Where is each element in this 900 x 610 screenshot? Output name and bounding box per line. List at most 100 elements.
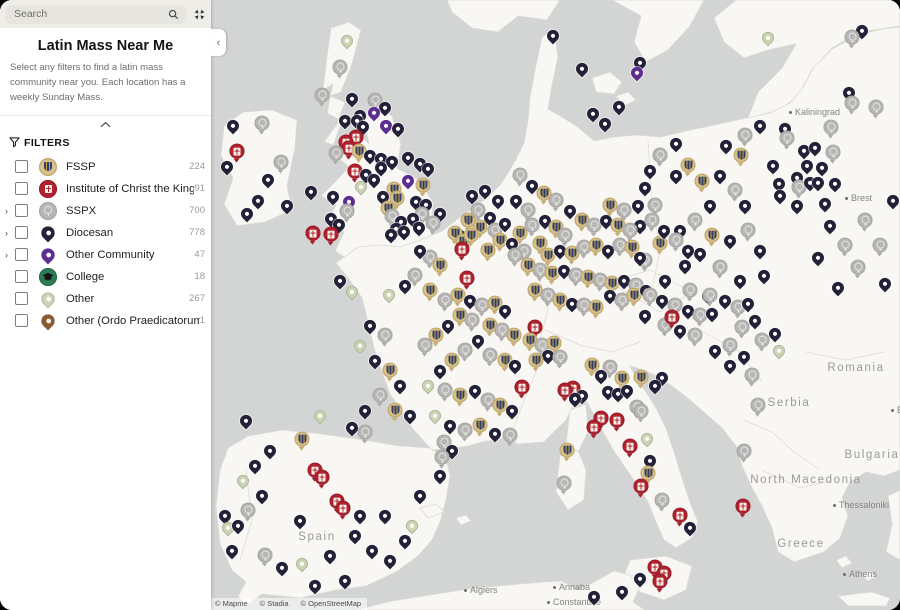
map-marker-institute-of-christ-the-king-badge[interactable] bbox=[610, 413, 625, 433]
map-marker-sspx-badge[interactable] bbox=[274, 155, 289, 175]
map-marker-sspx-badge[interactable] bbox=[465, 313, 480, 333]
map-marker-sspx-badge[interactable] bbox=[255, 116, 270, 136]
map-marker-other-pin[interactable] bbox=[422, 379, 434, 397]
map-marker-diocesan-pin[interactable] bbox=[749, 314, 761, 332]
map-marker-institute-of-christ-the-king-badge[interactable] bbox=[736, 499, 751, 519]
map-marker-sspx-badge[interactable] bbox=[755, 333, 770, 353]
map-marker-sspx-badge[interactable] bbox=[426, 216, 441, 236]
map-marker-sspx-badge[interactable] bbox=[557, 476, 572, 496]
map-marker-diocesan-pin[interactable] bbox=[639, 309, 651, 327]
map-marker-fssp-badge[interactable] bbox=[705, 228, 720, 248]
map-marker-institute-of-christ-the-king-badge[interactable] bbox=[315, 470, 330, 490]
map-marker-diocesan-pin[interactable] bbox=[632, 199, 644, 217]
map-marker-other-pin[interactable] bbox=[237, 474, 249, 492]
map-marker-sspx-badge[interactable] bbox=[745, 368, 760, 388]
map-marker-other-pin[interactable] bbox=[346, 285, 358, 303]
map-marker-diocesan-pin[interactable] bbox=[769, 327, 781, 345]
map-marker-diocesan-pin[interactable] bbox=[386, 155, 398, 173]
map-marker-diocesan-pin[interactable] bbox=[819, 197, 831, 215]
map-marker-sspx-badge[interactable] bbox=[525, 218, 540, 238]
map-marker-other-pin[interactable] bbox=[641, 432, 653, 450]
map-marker-sspx-badge[interactable] bbox=[329, 146, 344, 166]
map-marker-sspx-badge[interactable] bbox=[780, 131, 795, 151]
map-marker-institute-of-christ-the-king-badge[interactable] bbox=[587, 420, 602, 440]
map-marker-diocesan-pin[interactable] bbox=[829, 177, 841, 195]
map-marker-other-pin[interactable] bbox=[355, 180, 367, 198]
map-marker-diocesan-pin[interactable] bbox=[281, 199, 293, 217]
map-marker-fssp-badge[interactable] bbox=[603, 198, 618, 218]
map-marker-fssp-badge[interactable] bbox=[423, 283, 438, 303]
map-marker-diocesan-pin[interactable] bbox=[509, 359, 521, 377]
map-marker-diocesan-pin[interactable] bbox=[399, 279, 411, 297]
map-marker-sspx-badge[interactable] bbox=[713, 260, 728, 280]
map-marker-sspx-badge[interactable] bbox=[508, 248, 523, 268]
map-marker-sspx-badge[interactable] bbox=[723, 338, 738, 358]
map-marker-other-pin[interactable] bbox=[383, 288, 395, 306]
filter-row-other[interactable]: Other267 bbox=[0, 288, 211, 310]
map-attribution[interactable]: © Mapme© Stadia© OpenStreetMap bbox=[211, 598, 367, 610]
map-marker-diocesan-pin[interactable] bbox=[724, 234, 736, 252]
map-marker-sspx-badge[interactable] bbox=[617, 203, 632, 223]
map-marker-diocesan-pin[interactable] bbox=[349, 529, 361, 547]
map-marker-fssp-badge[interactable] bbox=[634, 370, 649, 390]
map-marker-diocesan-pin[interactable] bbox=[616, 585, 628, 603]
map-marker-diocesan-pin[interactable] bbox=[492, 194, 504, 212]
map-marker-diocesan-pin[interactable] bbox=[249, 459, 261, 477]
map-marker-diocesan-pin[interactable] bbox=[812, 176, 824, 194]
map-marker-diocesan-pin[interactable] bbox=[809, 141, 821, 159]
map-marker-diocesan-pin[interactable] bbox=[339, 574, 351, 592]
map-marker-institute-of-christ-the-king-badge[interactable] bbox=[653, 574, 668, 594]
map-marker-diocesan-pin[interactable] bbox=[305, 185, 317, 203]
map-marker-diocesan-pin[interactable] bbox=[569, 392, 581, 410]
map-marker-sspx-badge[interactable] bbox=[373, 388, 388, 408]
map-marker-diocesan-pin[interactable] bbox=[469, 384, 481, 402]
map-marker-sspx-badge[interactable] bbox=[458, 343, 473, 363]
attribution-link[interactable]: © Mapme bbox=[215, 599, 248, 608]
map-marker-diocesan-pin[interactable] bbox=[879, 277, 891, 295]
map-marker-diocesan-pin[interactable] bbox=[644, 164, 656, 182]
map-marker-fssp-badge[interactable] bbox=[295, 432, 310, 452]
map-marker-institute-of-christ-the-king-badge[interactable] bbox=[665, 310, 680, 330]
map-marker-diocesan-pin[interactable] bbox=[221, 160, 233, 178]
map-marker-diocesan-pin[interactable] bbox=[434, 469, 446, 487]
filter-row-diocesan[interactable]: ›Diocesan778 bbox=[0, 222, 211, 244]
map-marker-diocesan-pin[interactable] bbox=[414, 244, 426, 262]
map-marker-diocesan-pin[interactable] bbox=[346, 421, 358, 439]
map-marker-diocesan-pin[interactable] bbox=[724, 359, 736, 377]
filter-checkbox-sspx[interactable] bbox=[15, 204, 28, 217]
map-marker-other-pin[interactable] bbox=[354, 339, 366, 357]
map-marker-sspx-badge[interactable] bbox=[438, 383, 453, 403]
expand-chevron-icon[interactable]: › bbox=[5, 228, 15, 238]
map-marker-diocesan-pin[interactable] bbox=[704, 199, 716, 217]
map-marker-fssp-badge[interactable] bbox=[734, 148, 749, 168]
map-marker-diocesan-pin[interactable] bbox=[276, 561, 288, 579]
map-marker-institute-of-christ-the-king-badge[interactable] bbox=[306, 226, 321, 246]
map-marker-diocesan-pin[interactable] bbox=[639, 181, 651, 199]
map-marker-fssp-badge[interactable] bbox=[507, 328, 522, 348]
map-marker-diocesan-pin[interactable] bbox=[354, 509, 366, 527]
map-marker-institute-of-christ-the-king-badge[interactable] bbox=[515, 380, 530, 400]
map-marker-other-pin[interactable] bbox=[314, 409, 326, 427]
map-marker-diocesan-pin[interactable] bbox=[709, 344, 721, 362]
map-marker-sspx-badge[interactable] bbox=[358, 425, 373, 445]
map-marker-sspx-badge[interactable] bbox=[838, 238, 853, 258]
map-marker-diocesan-pin[interactable] bbox=[414, 489, 426, 507]
map-marker-fssp-badge[interactable] bbox=[453, 388, 468, 408]
map-marker-sspx-badge[interactable] bbox=[458, 423, 473, 443]
map-marker-diocesan-pin[interactable] bbox=[369, 354, 381, 372]
map-marker-diocesan-pin[interactable] bbox=[392, 122, 404, 140]
map-marker-fssp-badge[interactable] bbox=[589, 300, 604, 320]
map-marker-diocesan-pin[interactable] bbox=[576, 62, 588, 80]
map-marker-sspx-badge[interactable] bbox=[655, 493, 670, 513]
map-marker-diocesan-pin[interactable] bbox=[739, 199, 751, 217]
map-marker-diocesan-pin[interactable] bbox=[364, 319, 376, 337]
filter-checkbox-college[interactable] bbox=[15, 270, 28, 283]
map-marker-sspx-badge[interactable] bbox=[333, 60, 348, 80]
map-marker-fssp-badge[interactable] bbox=[473, 418, 488, 438]
map-marker-diocesan-pin[interactable] bbox=[587, 107, 599, 125]
map-marker-sspx-badge[interactable] bbox=[751, 398, 766, 418]
map-marker-sspx-badge[interactable] bbox=[851, 260, 866, 280]
map-marker-diocesan-pin[interactable] bbox=[256, 489, 268, 507]
map-marker-diocesan-pin[interactable] bbox=[232, 519, 244, 537]
map-marker-diocesan-pin[interactable] bbox=[324, 549, 336, 567]
